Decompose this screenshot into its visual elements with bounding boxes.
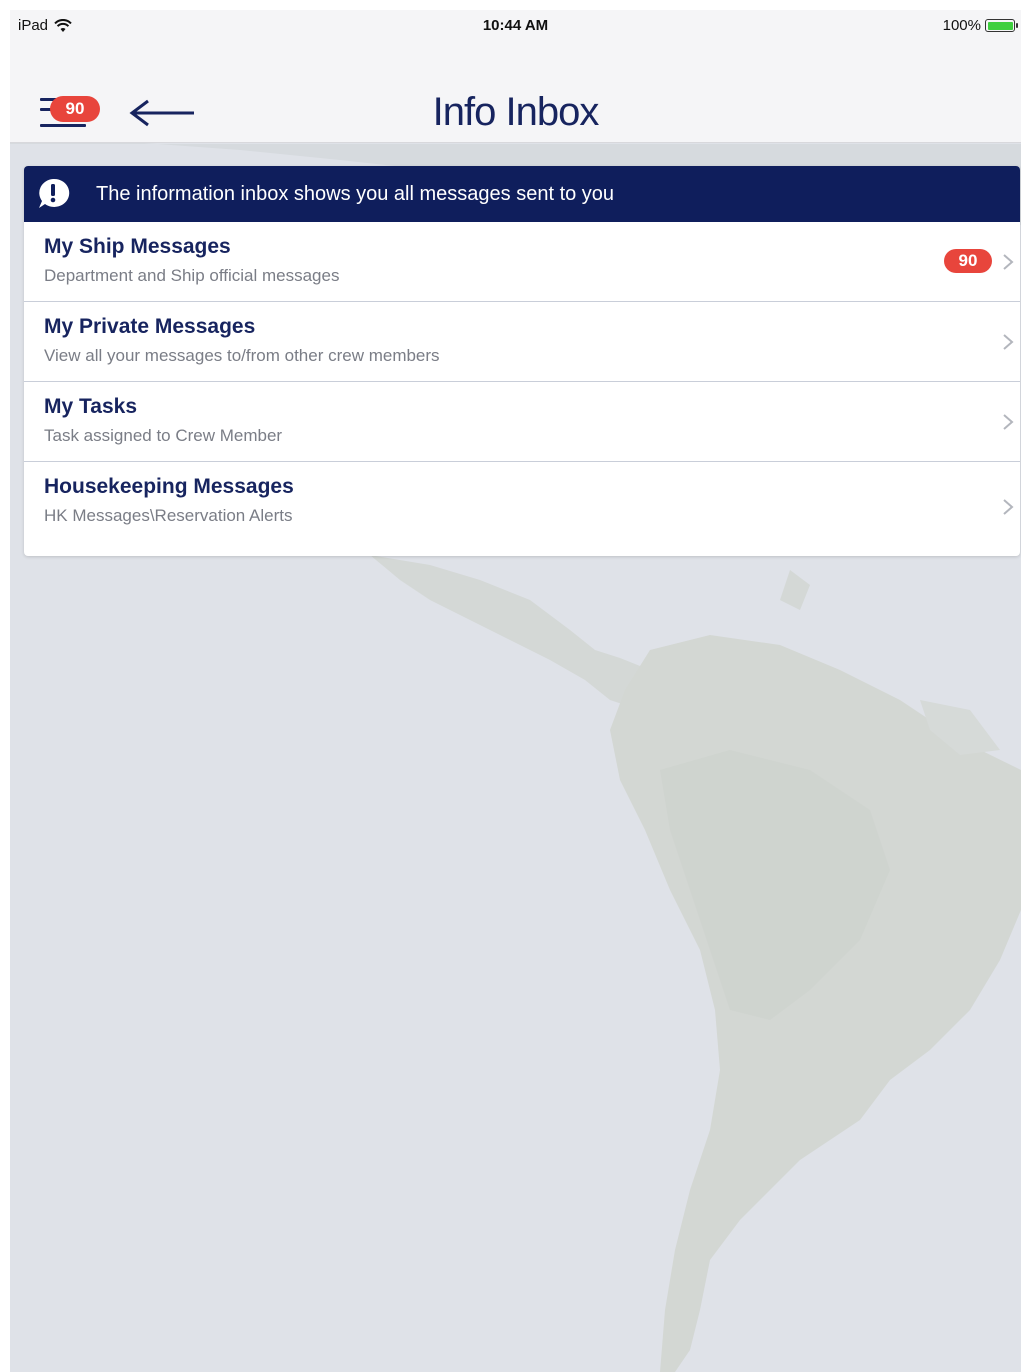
- battery-fill: [987, 21, 1013, 30]
- banner-text: The information inbox shows you all mess…: [96, 182, 615, 205]
- list-item-subtitle: Department and Ship official messages: [44, 266, 340, 285]
- info-banner: The information inbox shows you all mess…: [24, 166, 1020, 222]
- page-title: Info Inbox: [432, 90, 600, 134]
- alert-bubble-icon: [39, 178, 70, 208]
- chevron-right-icon: [1003, 499, 1014, 515]
- list-item-subtitle: HK Messages\Reservation Alerts: [44, 506, 293, 525]
- app-screen: iPad 10:44 AM 100% 90 Info Inbox The inf…: [10, 10, 1021, 1372]
- list-item-subtitle: View all your messages to/from other cre…: [44, 346, 440, 365]
- chevron-right-icon: [1003, 414, 1014, 430]
- chevron-right-icon: [1003, 334, 1014, 350]
- chevron-right-icon: [1003, 254, 1014, 270]
- status-time: 10:44 AM: [482, 17, 549, 34]
- navigation-bar: 90 Info Inbox: [10, 44, 1021, 143]
- inbox-card: The information inbox shows you all mess…: [24, 166, 1020, 556]
- list-item-housekeeping-messages[interactable]: Housekeeping Messages HK Messages\Reserv…: [24, 462, 1020, 554]
- status-right: 100%: [942, 17, 1018, 34]
- list-item-title: My Ship Messages: [44, 235, 231, 258]
- status-bar: iPad 10:44 AM 100%: [10, 10, 1021, 44]
- list-item-private-messages[interactable]: My Private Messages View all your messag…: [24, 302, 1020, 382]
- unread-count-badge: 90: [944, 249, 992, 273]
- list-item-subtitle: Task assigned to Crew Member: [44, 426, 283, 445]
- list-item-title: My Tasks: [44, 395, 137, 418]
- battery-percent: 100%: [942, 17, 981, 34]
- list-item-ship-messages[interactable]: My Ship Messages Department and Ship off…: [24, 222, 1020, 302]
- list-item-title: My Private Messages: [44, 315, 256, 338]
- battery-icon: [985, 19, 1018, 32]
- list-item-tasks[interactable]: My Tasks Task assigned to Crew Member: [24, 382, 1020, 462]
- list-item-title: Housekeeping Messages: [44, 475, 294, 498]
